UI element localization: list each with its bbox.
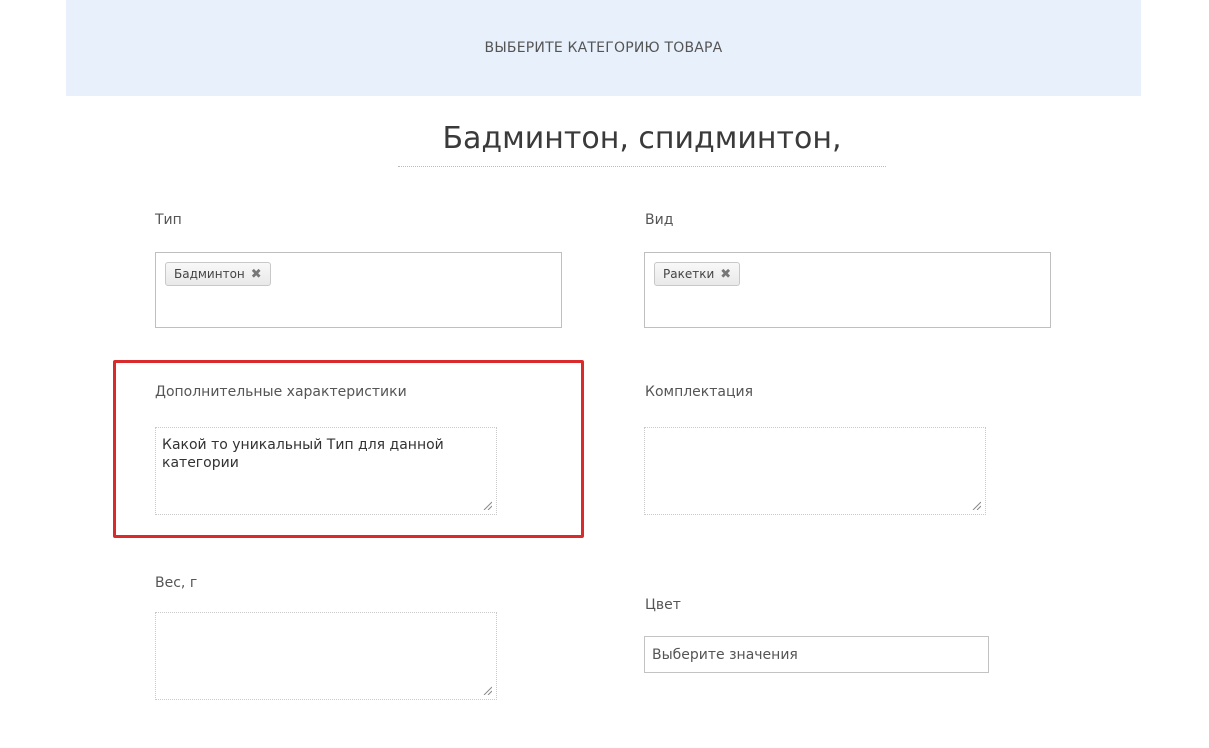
kind-multiselect[interactable]: Ракетки ✖ [644,252,1051,328]
type-multiselect[interactable]: Бадминтон ✖ [155,252,562,328]
type-label: Тип [155,212,182,228]
set-label: Комплектация [645,384,754,400]
weight-textarea[interactable] [155,612,497,700]
choose-category-label: ВЫБЕРИТЕ КАТЕГОРИЮ ТОВАРА [484,40,723,56]
remove-tag-icon[interactable]: ✖ [251,267,262,282]
extra-characteristics-label: Дополнительные характеристики [155,384,407,400]
set-textarea[interactable] [644,427,986,515]
resize-handle-icon[interactable] [482,500,492,510]
kind-tag: Ракетки ✖ [654,262,741,286]
resize-handle-icon[interactable] [482,685,492,695]
kind-label: Вид [645,212,674,228]
weight-label: Вес, г [155,575,198,591]
color-select-input[interactable]: Выберите значения [644,636,989,673]
product-form-page: ВЫБЕРИТЕ КАТЕГОРИЮ ТОВАРА Бадминтон, спи… [0,0,1209,748]
resize-handle-icon[interactable] [971,500,981,510]
choose-category-button[interactable]: ВЫБЕРИТЕ КАТЕГОРИЮ ТОВАРА [66,0,1141,96]
extra-characteristics-textarea[interactable]: Какой то уникальный Тип для данной катег… [155,427,497,515]
extra-characteristics-value: Какой то уникальный Тип для данной катег… [162,437,444,471]
type-tag-label: Бадминтон [174,267,245,281]
type-tag: Бадминтон ✖ [165,262,271,286]
product-title[interactable]: Бадминтон, спидминтон, [398,110,886,167]
kind-tag-label: Ракетки [663,267,715,281]
color-placeholder: Выберите значения [652,646,798,663]
remove-tag-icon[interactable]: ✖ [720,267,731,282]
color-label: Цвет [645,597,681,613]
